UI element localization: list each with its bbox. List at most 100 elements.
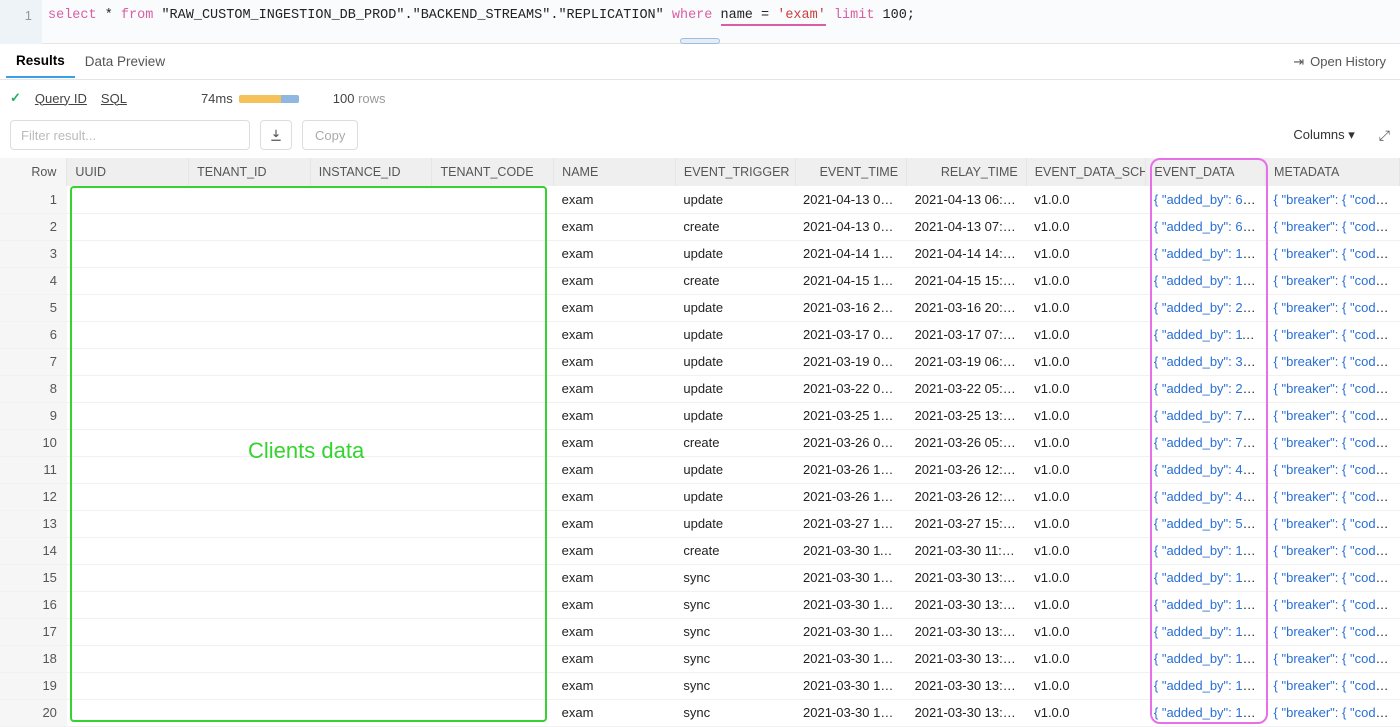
download-button[interactable]	[260, 120, 292, 150]
results-table[interactable]: Row UUID TENANT_ID INSTANCE_ID TENANT_CO…	[0, 158, 1400, 727]
cell-event-data[interactable]: { "added_by": 7616...	[1146, 402, 1266, 429]
table-row[interactable]: 14examcreate2021-03-30 11:30:...2021-03-…	[0, 537, 1400, 564]
cell-metadata[interactable]: { "breaker": { "code...	[1266, 483, 1400, 510]
cell-event-data[interactable]: { "added_by": 13, "...	[1146, 564, 1266, 591]
cell-event-data[interactable]: { "added_by": 1, "c...	[1146, 645, 1266, 672]
cell-event-data[interactable]: { "added_by": 1, "c...	[1146, 699, 1266, 726]
table-row[interactable]: 10examcreate2021-03-26 05:28...2021-03-2…	[0, 429, 1400, 456]
cell-metadata[interactable]: { "breaker": { "code...	[1266, 591, 1400, 618]
cell-event-data[interactable]: { "added_by": 1508...	[1146, 240, 1266, 267]
cell-event-data[interactable]: { "added_by": 1754...	[1146, 267, 1266, 294]
col-uuid[interactable]: UUID	[67, 158, 189, 186]
table-row[interactable]: 3examupdate2021-04-14 14:48:...2021-04-1…	[0, 240, 1400, 267]
cell-metadata[interactable]: { "breaker": { "code...	[1266, 267, 1400, 294]
table-row[interactable]: 11examupdate2021-03-26 12:08:...2021-03-…	[0, 456, 1400, 483]
cell-metadata[interactable]: { "breaker": { "code...	[1266, 213, 1400, 240]
table-row[interactable]: 17examsync2021-03-30 13:54:...2021-03-30…	[0, 618, 1400, 645]
table-row[interactable]: 9examupdate2021-03-25 13:38:...2021-03-2…	[0, 402, 1400, 429]
cell-metadata[interactable]: { "breaker": { "code...	[1266, 537, 1400, 564]
cell-metadata[interactable]: { "breaker": { "code...	[1266, 402, 1400, 429]
table-row[interactable]: 1examupdate2021-04-13 06:33...2021-04-13…	[0, 186, 1400, 213]
table-row[interactable]: 7examupdate2021-03-19 06:08:...2021-03-1…	[0, 348, 1400, 375]
col-tenant-id[interactable]: TENANT_ID	[189, 158, 311, 186]
cell-tenant-id	[189, 429, 311, 456]
cell-metadata[interactable]: { "breaker": { "code...	[1266, 672, 1400, 699]
col-metadata[interactable]: METADATA	[1266, 158, 1400, 186]
table-row[interactable]: 20examsync2021-03-30 13:54:...2021-03-30…	[0, 699, 1400, 726]
open-history-link[interactable]: ⇥ Open History	[1293, 54, 1394, 70]
cell-event-data[interactable]: { "added_by": 46, "...	[1146, 483, 1266, 510]
col-tenant-code[interactable]: TENANT_CODE	[432, 158, 554, 186]
cell-tenant-code	[432, 483, 554, 510]
cell-name: exam	[554, 699, 676, 726]
cell-name: exam	[554, 483, 676, 510]
table-row[interactable]: 15examsync2021-03-30 13:54:...2021-03-30…	[0, 564, 1400, 591]
query-id-link[interactable]: Query ID	[35, 91, 87, 106]
table-row[interactable]: 2examcreate2021-04-13 07:34:...2021-04-1…	[0, 213, 1400, 240]
cell-row-num: 10	[0, 429, 67, 456]
cell-metadata[interactable]: { "breaker": { "code...	[1266, 348, 1400, 375]
tab-results[interactable]: Results	[6, 45, 75, 78]
editor-resize-handle[interactable]	[680, 38, 720, 44]
cell-event-trigger: create	[675, 267, 795, 294]
cell-tenant-id	[189, 294, 311, 321]
cell-schema: v1.0.0	[1026, 645, 1146, 672]
tab-data-preview[interactable]: Data Preview	[75, 46, 175, 77]
table-row[interactable]: 13examupdate2021-03-27 15:11:1...2021-03…	[0, 510, 1400, 537]
cell-metadata[interactable]: { "breaker": { "code...	[1266, 375, 1400, 402]
cell-row-num: 17	[0, 618, 67, 645]
table-row[interactable]: 18examsync2021-03-30 13:54:...2021-03-30…	[0, 645, 1400, 672]
cell-metadata[interactable]: { "breaker": { "code...	[1266, 645, 1400, 672]
columns-dropdown[interactable]: Columns ▾	[1293, 127, 1354, 143]
cell-relay-time: 2021-03-17 07:59:...	[907, 321, 1027, 348]
col-event-time[interactable]: EVENT_TIME	[795, 158, 907, 186]
table-row[interactable]: 12examupdate2021-03-26 12:08:...2021-03-…	[0, 483, 1400, 510]
cell-schema: v1.0.0	[1026, 483, 1146, 510]
cell-event-data[interactable]: { "added_by": 1218...	[1146, 537, 1266, 564]
col-event-data[interactable]: EVENT_DATA	[1146, 158, 1266, 186]
cell-tenant-code	[432, 699, 554, 726]
cell-event-data[interactable]: { "added_by": 1, "c...	[1146, 672, 1266, 699]
table-row[interactable]: 19examsync2021-03-30 13:54:...2021-03-30…	[0, 672, 1400, 699]
cell-event-data[interactable]: { "added_by": 46, "...	[1146, 456, 1266, 483]
cell-metadata[interactable]: { "breaker": { "code...	[1266, 699, 1400, 726]
cell-metadata[interactable]: { "breaker": { "code...	[1266, 240, 1400, 267]
col-event-data-schema[interactable]: EVENT_DATA_SCHEMA	[1026, 158, 1146, 186]
cell-event-data[interactable]: { "added_by": 1, "c...	[1146, 591, 1266, 618]
cell-event-data[interactable]: { "added_by": 284,...	[1146, 294, 1266, 321]
col-row[interactable]: Row	[0, 158, 67, 186]
filter-results-input[interactable]	[10, 120, 250, 150]
cell-metadata[interactable]: { "breaker": { "code...	[1266, 429, 1400, 456]
sql-editor[interactable]: 1 select * from "RAW_CUSTOM_INGESTION_DB…	[0, 0, 1400, 44]
copy-button[interactable]: Copy	[302, 120, 358, 150]
cell-event-data[interactable]: { "added_by": 648...	[1146, 213, 1266, 240]
table-row[interactable]: 8examupdate2021-03-22 05:35...2021-03-22…	[0, 375, 1400, 402]
cell-metadata[interactable]: { "breaker": { "code...	[1266, 321, 1400, 348]
cell-event-data[interactable]: { "added_by": 1189...	[1146, 321, 1266, 348]
expand-icon[interactable]: ⤢	[1379, 127, 1390, 144]
cell-metadata[interactable]: { "breaker": { "code...	[1266, 510, 1400, 537]
table-row[interactable]: 4examcreate2021-04-15 15:17:...2021-04-1…	[0, 267, 1400, 294]
cell-metadata[interactable]: { "breaker": { "code...	[1266, 294, 1400, 321]
cell-event-data[interactable]: { "added_by": 313, ...	[1146, 348, 1266, 375]
sql-link[interactable]: SQL	[101, 91, 127, 106]
cell-event-data[interactable]: { "added_by": 593,...	[1146, 510, 1266, 537]
cell-event-data[interactable]: { "added_by": 23, "...	[1146, 375, 1266, 402]
latency-bar-icon	[239, 95, 299, 103]
table-row[interactable]: 5examupdate2021-03-16 20:11:...2021-03-1…	[0, 294, 1400, 321]
col-name[interactable]: NAME	[554, 158, 676, 186]
cell-metadata[interactable]: { "breaker": { "code...	[1266, 618, 1400, 645]
cell-metadata[interactable]: { "breaker": { "code...	[1266, 564, 1400, 591]
cell-event-data[interactable]: { "added_by": 708...	[1146, 429, 1266, 456]
col-event-trigger[interactable]: EVENT_TRIGGER	[675, 158, 795, 186]
table-row[interactable]: 16examsync2021-03-30 13:54:...2021-03-30…	[0, 591, 1400, 618]
cell-metadata[interactable]: { "breaker": { "code...	[1266, 456, 1400, 483]
col-instance-id[interactable]: INSTANCE_ID	[310, 158, 432, 186]
cell-event-data[interactable]: { "added_by": 1, "c...	[1146, 618, 1266, 645]
sql-code-line[interactable]: select * from "RAW_CUSTOM_INGESTION_DB_P…	[42, 0, 921, 23]
cell-metadata[interactable]: { "breaker": { "code...	[1266, 186, 1400, 213]
table-row[interactable]: 6examupdate2021-03-17 07:58:...2021-03-1…	[0, 321, 1400, 348]
cell-tenant-code	[432, 186, 554, 213]
cell-event-data[interactable]: { "added_by": 648...	[1146, 186, 1266, 213]
col-relay-time[interactable]: RELAY_TIME	[907, 158, 1027, 186]
